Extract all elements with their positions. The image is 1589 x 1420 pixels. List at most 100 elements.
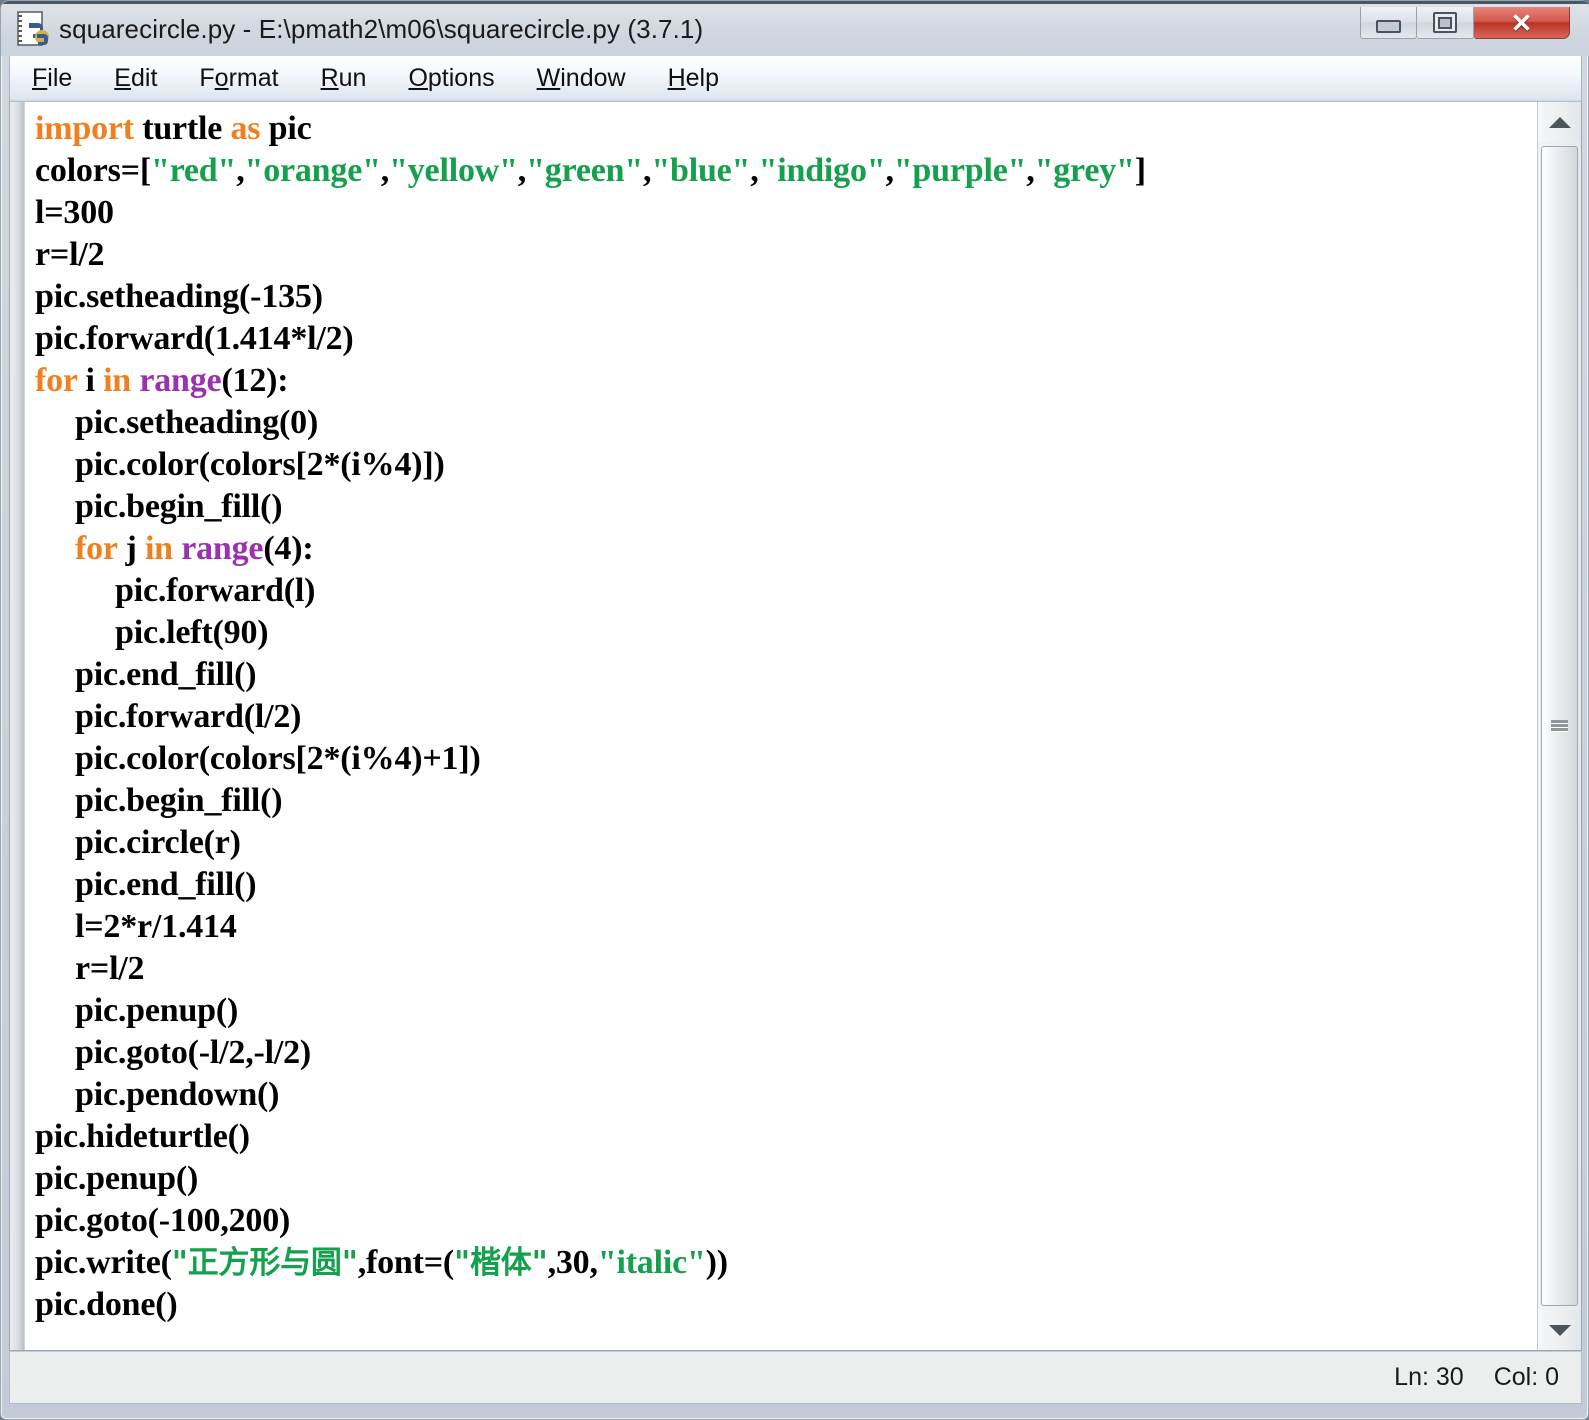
code-token: colors=[: [35, 152, 151, 189]
code-token: j: [117, 530, 145, 567]
code-token: pic.forward(l/2): [75, 698, 302, 735]
code-line: pic.hideturtle(): [35, 1116, 1536, 1158]
code-token: pic.begin_fill(): [75, 782, 283, 819]
code-token: as: [230, 110, 261, 147]
code-token: l=300: [35, 194, 114, 231]
code-line: pic.color(colors[2*(i%4)+1]): [35, 738, 1536, 780]
code-token: "blue": [651, 152, 751, 189]
code-token: pic.penup(): [35, 1160, 199, 1197]
code-token: ,: [885, 152, 894, 189]
title-bar[interactable]: squarecircle.py - E:\pmath2\m06\squareci…: [1, 1, 1589, 56]
status-line-number: Ln: 30: [1394, 1363, 1464, 1391]
minimize-button[interactable]: [1360, 7, 1417, 39]
code-token: i: [77, 362, 104, 399]
code-line: pic.circle(r): [35, 822, 1536, 864]
code-token: pic.forward(1.414*l/2): [35, 320, 354, 357]
code-token: range: [139, 362, 222, 399]
code-line: for i in range(12):: [35, 360, 1536, 402]
code-line: pic.end_fill(): [35, 864, 1536, 906]
code-token: "orange": [244, 152, 381, 189]
code-token: "indigo": [758, 152, 886, 189]
code-line: pic.forward(l/2): [35, 696, 1536, 738]
code-token: pic.write(: [35, 1244, 172, 1281]
menu-item-file[interactable]: File: [32, 64, 72, 93]
menu-item-window[interactable]: Window: [537, 64, 626, 93]
code-token: ]: [1134, 152, 1146, 189]
window-title: squarecircle.py - E:\pmath2\m06\squareci…: [59, 14, 704, 44]
menu-item-options[interactable]: Options: [408, 64, 494, 93]
code-token: import: [35, 110, 134, 147]
code-token: "grey": [1034, 152, 1135, 189]
code-token: "italic": [597, 1244, 706, 1281]
menu-item-help[interactable]: Help: [668, 64, 719, 93]
python-file-icon: [15, 10, 51, 48]
code-token: pic: [260, 110, 312, 147]
menu-item-edit[interactable]: Edit: [114, 64, 157, 93]
code-token: pic.forward(l): [115, 572, 316, 609]
code-line: colors=["red","orange","yellow","green",…: [35, 150, 1536, 192]
code-text-area[interactable]: import turtle as pic colors=["red","orang…: [25, 102, 1536, 1350]
status-bar: Ln: 30 Col: 0: [9, 1351, 1582, 1404]
code-token: pic.end_fill(): [75, 656, 257, 693]
code-token: in: [103, 362, 132, 399]
code-line: pic.left(90): [35, 612, 1536, 654]
code-line: l=300: [35, 192, 1536, 234]
editor-gutter: [10, 102, 25, 1350]
code-token: ,: [380, 152, 390, 189]
code-line: pic.done(): [35, 1284, 1536, 1326]
code-token: pic.left(90): [115, 614, 269, 651]
minimize-icon: [1376, 20, 1401, 33]
code-token: for: [35, 362, 78, 399]
code-line: import turtle as pic: [35, 108, 1536, 150]
code-token: pic.pendown(): [75, 1076, 280, 1113]
code-token: pic.circle(r): [75, 824, 241, 861]
code-token: ,: [517, 152, 527, 189]
code-token: ,font=(: [357, 1244, 455, 1281]
code-token: r=l/2: [75, 950, 145, 987]
code-token: ,: [236, 152, 245, 189]
vertical-scrollbar[interactable]: [1537, 102, 1581, 1350]
code-token: pic.goto(-100,200): [35, 1202, 291, 1239]
code-line: pic.penup(): [35, 1158, 1536, 1200]
close-button[interactable]: ✕: [1474, 7, 1570, 39]
scroll-thumb[interactable]: [1541, 146, 1578, 1306]
code-token: r=l/2: [35, 236, 105, 273]
code-line: pic.setheading(0): [35, 402, 1536, 444]
code-line: pic.end_fill(): [35, 654, 1536, 696]
code-line: pic.begin_fill(): [35, 486, 1536, 528]
code-line: pic.pendown(): [35, 1074, 1536, 1116]
code-token: "green": [526, 152, 644, 189]
menu-item-run[interactable]: Run: [321, 64, 367, 93]
scroll-grip-icon: [1551, 720, 1568, 732]
code-token: "正方形与圆": [171, 1245, 358, 1281]
code-token: pic.end_fill(): [75, 866, 257, 903]
code-token: pic.color(colors[2*(i%4)]): [75, 446, 445, 483]
code-line: pic.begin_fill(): [35, 780, 1536, 822]
code-line: r=l/2: [35, 948, 1536, 990]
code-token: pic.color(colors[2*(i%4)+1]): [75, 740, 481, 777]
code-token: )): [705, 1244, 728, 1281]
code-editor[interactable]: import turtle as pic colors=["red","orang…: [9, 101, 1582, 1351]
code-line: pic.forward(1.414*l/2): [35, 318, 1536, 360]
code-token: pic.setheading(-135): [35, 278, 323, 315]
status-column-number: Col: 0: [1493, 1363, 1559, 1391]
maximize-icon: [1433, 12, 1457, 33]
menu-bar: File Edit Format Run Options Window Help: [9, 56, 1582, 101]
scroll-up-icon[interactable]: [1538, 102, 1581, 142]
code-token: in: [144, 530, 173, 567]
code-token: pic.done(): [35, 1286, 178, 1323]
code-line: pic.color(colors[2*(i%4)]): [35, 444, 1536, 486]
scroll-down-icon[interactable]: [1538, 1310, 1581, 1350]
code-token: for: [75, 530, 118, 567]
code-token: pic.penup(): [75, 992, 239, 1029]
code-line: r=l/2: [35, 234, 1536, 276]
code-token: ,: [750, 152, 759, 189]
menu-item-format[interactable]: Format: [199, 64, 278, 93]
code-line: pic.goto(-100,200): [35, 1200, 1536, 1242]
maximize-button[interactable]: [1417, 7, 1474, 39]
code-token: pic.begin_fill(): [75, 488, 283, 525]
idle-editor-window: squarecircle.py - E:\pmath2\m06\squareci…: [0, 0, 1589, 1420]
code-token: "red": [150, 152, 237, 189]
code-line: pic.forward(l): [35, 570, 1536, 612]
